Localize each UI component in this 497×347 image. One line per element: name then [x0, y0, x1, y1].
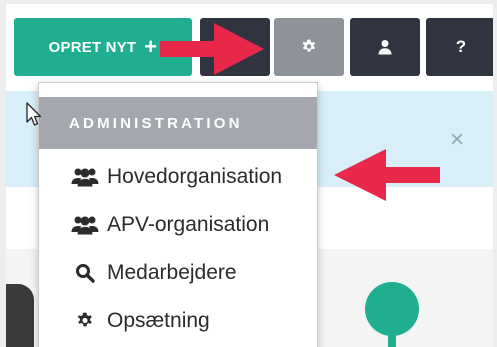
- banner-close-icon[interactable]: ×: [450, 128, 464, 152]
- create-new-label: OPRET NYT: [48, 38, 137, 56]
- menu-item-apv-organisation[interactable]: APV-organisation: [39, 202, 317, 248]
- help-label: ?: [455, 37, 467, 56]
- user-icon: [378, 40, 392, 55]
- annotation-arrow-icon: [334, 149, 440, 201]
- user-button[interactable]: [350, 18, 420, 76]
- teal-avatar-stem: [388, 334, 396, 347]
- mouse-cursor-icon: [26, 102, 42, 126]
- page-background: × OPRET NYT + ? ADMINISTRATION Hovedorga…: [6, 4, 493, 347]
- menu-item-opsaetning[interactable]: Opsætning: [39, 298, 317, 344]
- menu-item-label: Opsætning: [107, 309, 210, 332]
- plus-icon: +: [144, 34, 158, 59]
- help-button[interactable]: ?: [426, 18, 493, 76]
- users-icon: [71, 166, 99, 188]
- gear-icon: [71, 310, 99, 332]
- menu-item-label: Hovedorganisation: [107, 165, 283, 188]
- menu-item-hovedorganisation[interactable]: Hovedorganisation: [39, 154, 317, 200]
- teal-avatar-image: [365, 282, 419, 336]
- annotation-arrow-icon: [160, 23, 264, 75]
- search-icon: [71, 262, 99, 284]
- menu-item-label: Medarbejdere: [107, 261, 237, 284]
- gear-icon: [302, 39, 315, 52]
- menu-item-label: APV-organisation: [107, 213, 270, 236]
- menu-item-medarbejdere[interactable]: Medarbejdere: [39, 250, 317, 296]
- dropdown-header: ADMINISTRATION: [39, 97, 317, 149]
- person-silhouette-image: [6, 284, 34, 347]
- administration-dropdown: ADMINISTRATION Hovedorganisation APV-org…: [38, 82, 318, 347]
- users-icon: [71, 214, 99, 236]
- settings-button[interactable]: [274, 18, 344, 76]
